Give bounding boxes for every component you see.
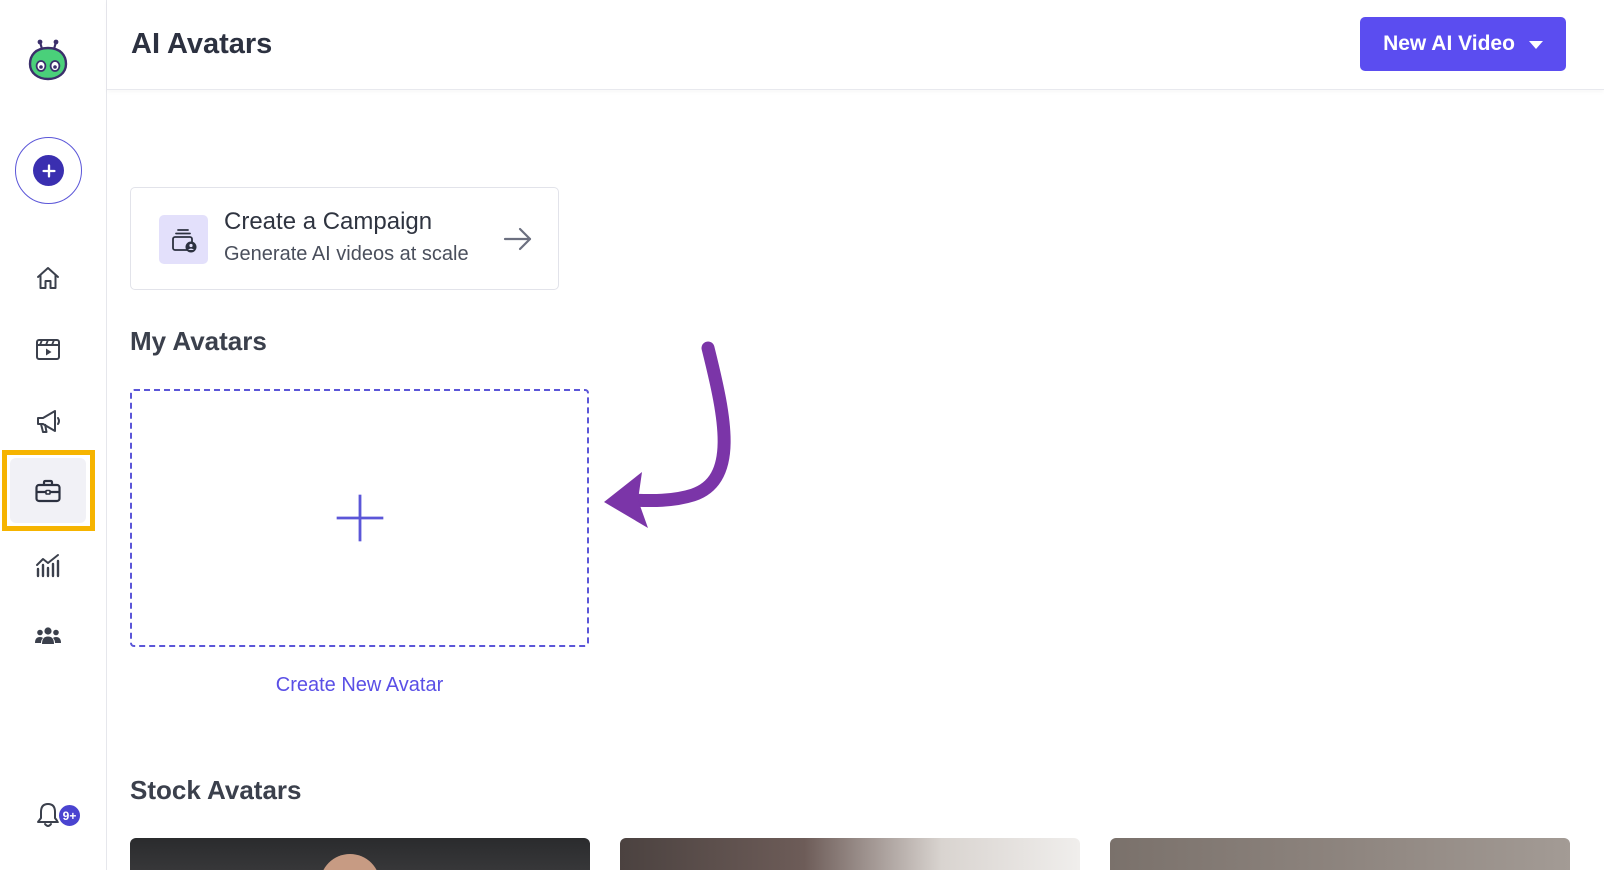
megaphone-icon bbox=[37, 410, 60, 433]
campaign-card-subtitle: Generate AI videos at scale bbox=[224, 243, 469, 265]
sidebar-item-team[interactable] bbox=[22, 610, 74, 662]
create-avatar-tile[interactable] bbox=[130, 389, 589, 647]
analytics-icon bbox=[36, 554, 60, 578]
plus-icon bbox=[336, 494, 383, 542]
campaign-card-title: Create a Campaign bbox=[224, 208, 433, 235]
stock-avatars-heading: Stock Avatars bbox=[130, 775, 302, 805]
sidebar-item-videos[interactable] bbox=[22, 323, 74, 375]
clapperboard-icon bbox=[36, 339, 60, 360]
sidebar: 9+ bbox=[0, 0, 107, 870]
plus-icon bbox=[33, 155, 64, 186]
caret-down-icon bbox=[1528, 41, 1543, 49]
new-ai-video-label: New AI Video bbox=[1383, 32, 1515, 55]
page-header: AI Avatars New AI Video bbox=[107, 0, 1604, 90]
create-campaign-card[interactable]: Create a Campaign Generate AI videos at … bbox=[130, 187, 559, 290]
arrow-right-icon bbox=[503, 227, 532, 251]
sidebar-item-campaigns[interactable] bbox=[22, 395, 74, 447]
avatar-face-shape bbox=[320, 854, 380, 870]
sidebar-item-home[interactable] bbox=[22, 252, 74, 304]
home-icon bbox=[37, 267, 59, 289]
briefcase-icon bbox=[35, 479, 61, 502]
stock-avatar-thumbnail[interactable] bbox=[620, 838, 1080, 870]
app-logo-icon[interactable] bbox=[27, 38, 69, 82]
annotation-arrow-icon bbox=[604, 341, 731, 528]
team-icon bbox=[35, 627, 61, 644]
stock-avatar-thumbnail[interactable] bbox=[1110, 838, 1570, 870]
notifications-badge: 9+ bbox=[57, 803, 82, 828]
sidebar-item-analytics[interactable] bbox=[22, 539, 74, 591]
create-new-avatar-link[interactable]: Create New Avatar bbox=[130, 674, 589, 697]
campaign-stack-icon bbox=[159, 215, 208, 264]
quick-create-button[interactable] bbox=[15, 137, 82, 204]
notifications-button[interactable]: 9+ bbox=[33, 800, 83, 836]
sidebar-item-avatars[interactable] bbox=[10, 458, 86, 523]
stock-avatar-thumbnail[interactable] bbox=[130, 838, 590, 870]
new-ai-video-button[interactable]: New AI Video bbox=[1360, 17, 1566, 71]
my-avatars-heading: My Avatars bbox=[130, 326, 267, 356]
page-title: AI Avatars bbox=[131, 28, 273, 60]
